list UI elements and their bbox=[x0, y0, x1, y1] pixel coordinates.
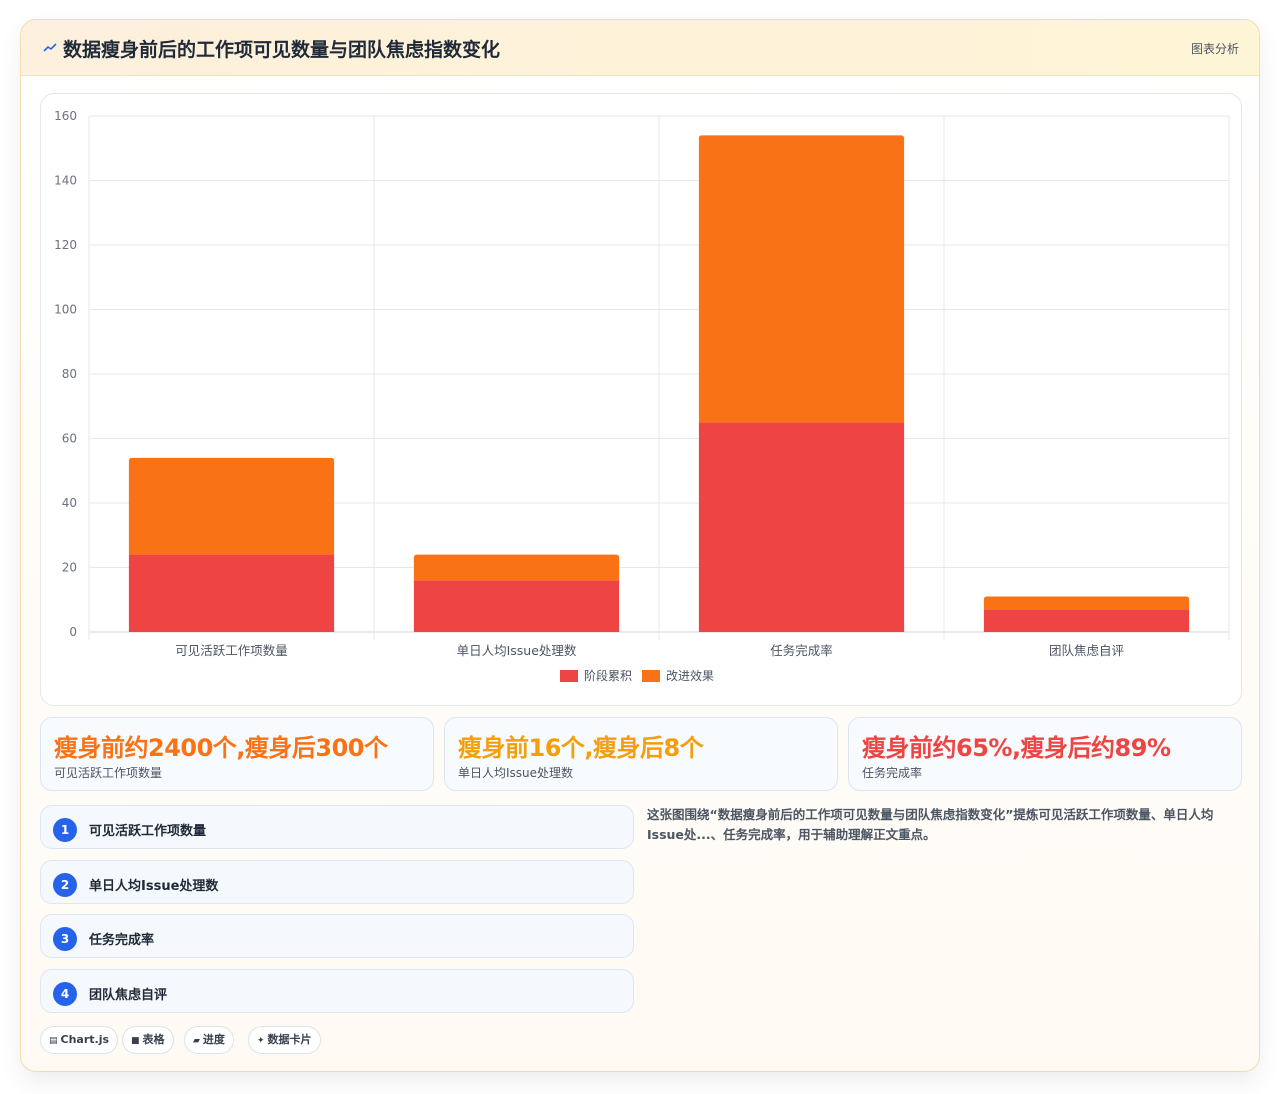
chart-analysis-link[interactable]: 图表分析 bbox=[1191, 40, 1239, 57]
x-tick-label: 可见活跃工作项数量 bbox=[175, 643, 288, 658]
number-badge: 2 bbox=[53, 873, 77, 897]
tag-data-card[interactable]: ✦ 数据卡片 bbox=[248, 1026, 321, 1054]
list-item-label: 团队焦虑自评 bbox=[89, 988, 168, 1003]
y-tick-label: 0 bbox=[69, 625, 77, 639]
bar-segment-1 bbox=[128, 554, 335, 632]
page-title: 数据瘦身前后的工作项可见数量与团队焦虑指数变化 bbox=[63, 39, 501, 61]
bar-segment-2 bbox=[128, 457, 335, 555]
tag-chartjs[interactable]: ▤ Chart.js bbox=[40, 1026, 119, 1054]
y-tick-label: 80 bbox=[62, 367, 77, 381]
x-tick-label: 团队焦虑自评 bbox=[1049, 643, 1124, 658]
chart-trend-icon bbox=[43, 43, 57, 52]
legend-swatch bbox=[642, 670, 660, 682]
legend-label: 改进效果 bbox=[666, 668, 714, 683]
list-item[interactable]: 3 任务完成率 bbox=[40, 914, 634, 958]
bar-segment-2 bbox=[698, 135, 905, 423]
kpi-label: 可见活跃工作项数量 bbox=[54, 766, 163, 780]
bar-segment-2 bbox=[983, 596, 1190, 610]
chart-card: 数据瘦身前后的工作项可见数量与团队焦虑指数变化 图表分析 0 20 40 60 80 10… bbox=[20, 19, 1260, 1072]
stacked-bar-chart: 0 20 40 60 80 100 120 140 160 可见活跃工作项数量 单日人均Issue处… bbox=[40, 93, 1242, 706]
y-tick-label: 160 bbox=[54, 109, 77, 123]
tag-progress[interactable]: ▰ 进度 bbox=[184, 1026, 234, 1054]
tag-label: 进度 bbox=[202, 1033, 225, 1046]
bar-segment-1 bbox=[698, 422, 905, 632]
tag-table[interactable]: ■ 表格 bbox=[122, 1026, 174, 1054]
number-badge: 1 bbox=[53, 818, 77, 842]
list-item-label: 单日人均Issue处理数 bbox=[89, 879, 219, 894]
kpi-card-completion-rate: 瘦身前约65%,瘦身后约89% 任务完成率 bbox=[848, 717, 1242, 791]
card-header: 数据瘦身前后的工作项可见数量与团队焦虑指数变化 图表分析 bbox=[21, 20, 1259, 76]
kpi-value: 瘦身前约2400个,瘦身后300个 bbox=[54, 734, 388, 762]
x-tick-label: 单日人均Issue处理数 bbox=[457, 643, 577, 658]
list-item[interactable]: 1 可见活跃工作项数量 bbox=[40, 805, 634, 849]
kpi-value: 瘦身前16个,瘦身后8个 bbox=[458, 734, 704, 762]
progress-icon: ▰ bbox=[193, 1036, 200, 1046]
x-tick-label: 任务完成率 bbox=[770, 643, 833, 658]
tag-label: Chart.js bbox=[60, 1033, 110, 1046]
kpi-value: 瘦身前约65%,瘦身后约89% bbox=[862, 734, 1171, 762]
table-icon: ■ bbox=[131, 1036, 140, 1046]
chart-icon: ▤ bbox=[49, 1036, 58, 1046]
kpi-label: 任务完成率 bbox=[862, 766, 923, 780]
list-item-label: 可见活跃工作项数量 bbox=[89, 824, 207, 839]
bar-segment-1 bbox=[413, 580, 620, 632]
tag-label: 数据卡片 bbox=[267, 1033, 312, 1046]
list-item[interactable]: 4 团队焦虑自评 bbox=[40, 969, 634, 1013]
y-tick-label: 120 bbox=[54, 238, 77, 252]
bar-segment-2 bbox=[413, 554, 620, 581]
number-badge: 3 bbox=[53, 927, 77, 951]
bar-segment-1 bbox=[983, 609, 1190, 632]
sparkle-icon: ✦ bbox=[257, 1036, 265, 1046]
tag-label: 表格 bbox=[142, 1033, 165, 1046]
number-badge: 4 bbox=[53, 982, 77, 1006]
kpi-card-daily-issues: 瘦身前16个,瘦身后8个 单日人均Issue处理数 bbox=[444, 717, 838, 791]
kpi-card-active-items: 瘦身前约2400个,瘦身后300个 可见活跃工作项数量 bbox=[40, 717, 434, 791]
chart-svg: 0 20 40 60 80 100 120 140 160 可见活跃工作项数量 单日人均Issue处… bbox=[54, 109, 1230, 683]
list-item-label: 任务完成率 bbox=[89, 933, 155, 948]
y-tick-label: 40 bbox=[62, 496, 77, 510]
y-tick-label: 100 bbox=[54, 303, 77, 317]
y-tick-label: 60 bbox=[62, 432, 77, 446]
kpi-label: 单日人均Issue处理数 bbox=[458, 766, 574, 780]
list-item[interactable]: 2 单日人均Issue处理数 bbox=[40, 860, 634, 904]
legend-swatch bbox=[560, 670, 578, 682]
legend-label: 阶段累积 bbox=[584, 668, 632, 683]
chart-description: 这张图围绕“数据瘦身前后的工作项可见数量与团队焦虑指数变化”提炼可见活跃工作项数… bbox=[647, 807, 1214, 842]
y-tick-label: 20 bbox=[62, 561, 77, 575]
y-tick-label: 140 bbox=[54, 174, 77, 188]
